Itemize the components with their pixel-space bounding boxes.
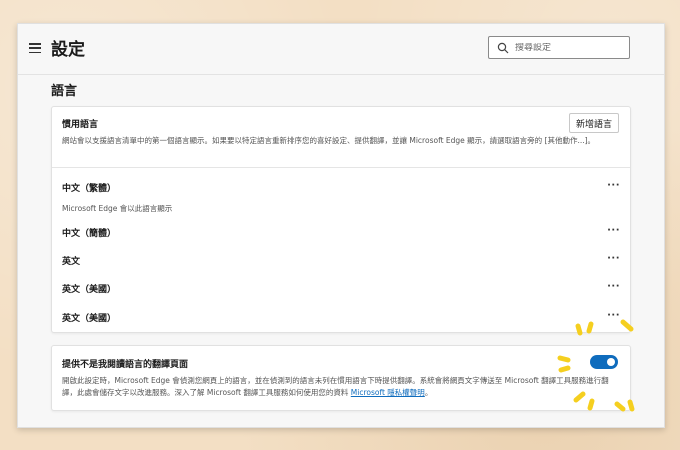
language-name: 英文（美國） xyxy=(62,314,117,324)
more-actions-button[interactable]: ··· xyxy=(607,281,620,292)
search-box[interactable] xyxy=(488,36,630,59)
preferred-languages-description: 網站會以支援語言清單中的第一個語言顯示。如果要以特定語言重新排序您的喜好設定、提… xyxy=(62,136,596,145)
settings-window: 設定 語言 慣用語言 新增語言 網站會以支援語言清單中的第一個語言顯示。如果要以… xyxy=(17,23,665,428)
search-input[interactable] xyxy=(515,42,625,53)
section-heading-languages: 語言 xyxy=(51,84,78,99)
preferred-languages-card: 慣用語言 新增語言 網站會以支援語言清單中的第一個語言顯示。如果要以特定語言重新… xyxy=(51,106,631,333)
language-row-zh-cn: 中文（簡體） ··· xyxy=(52,222,630,242)
language-row-zh-tw: 中文（繁體） ··· Microsoft Edge 會以此語言顯示 xyxy=(52,177,630,213)
language-row-en-us-2: 英文（美國） ··· xyxy=(52,307,630,327)
link-suffix: 。 xyxy=(424,388,433,397)
language-row-en: 英文 ··· xyxy=(52,250,630,270)
language-row-en-us: 英文（美國） ··· xyxy=(52,278,630,298)
privacy-statement-link[interactable]: Microsoft 隱私權聲明 xyxy=(351,388,425,397)
more-actions-button[interactable]: ··· xyxy=(607,180,620,191)
translate-description-text: 開啟此設定時，Microsoft Edge 會偵測您網頁上的語言，並在偵測到的語… xyxy=(62,376,609,397)
search-icon xyxy=(497,42,509,53)
display-language-note: Microsoft Edge 會以此語言顯示 xyxy=(62,204,173,213)
toggle-knob xyxy=(607,358,615,366)
menu-icon[interactable] xyxy=(29,43,41,53)
translate-setting-card: 提供不是我閱讀語言的翻譯頁面 開啟此設定時，Microsoft Edge 會偵測… xyxy=(51,345,631,411)
preferred-languages-title: 慣用語言 xyxy=(62,120,99,130)
top-bar: 設定 xyxy=(18,24,664,75)
language-name: 中文（簡體） xyxy=(62,229,117,239)
add-language-button[interactable]: 新增語言 xyxy=(568,113,619,133)
translate-setting-title: 提供不是我閱讀語言的翻譯頁面 xyxy=(62,360,189,370)
translate-toggle[interactable] xyxy=(590,355,618,369)
language-name: 中文（繁體） xyxy=(62,184,117,194)
language-name: 英文 xyxy=(62,257,81,267)
more-actions-button[interactable]: ··· xyxy=(607,253,620,264)
page-title: 設定 xyxy=(51,40,85,60)
more-actions-button[interactable]: ··· xyxy=(607,225,620,236)
more-actions-button[interactable]: ··· xyxy=(607,310,620,321)
translate-setting-description: 開啟此設定時，Microsoft Edge 會偵測您網頁上的語言，並在偵測到的語… xyxy=(62,375,622,399)
language-name: 英文（美國） xyxy=(62,285,117,295)
divider xyxy=(52,167,630,168)
